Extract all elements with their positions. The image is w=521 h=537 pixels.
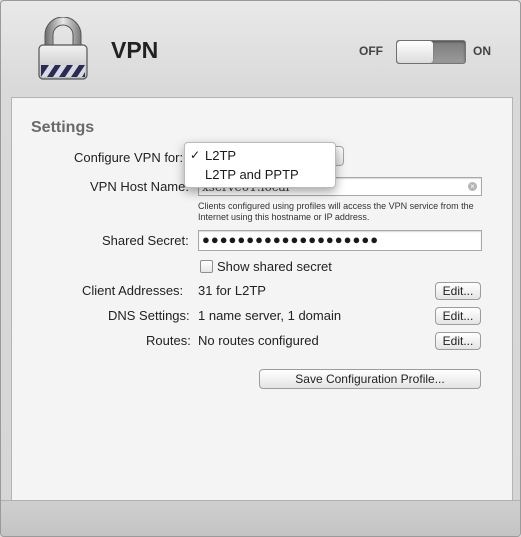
- toggle-off-label: OFF: [359, 44, 383, 58]
- menu-item-l2tp[interactable]: ✓ L2TP: [185, 146, 335, 165]
- menu-item-label: L2TP and PPTP: [205, 167, 299, 182]
- menu-item-l2tp-and-pptp[interactable]: L2TP and PPTP: [185, 165, 335, 184]
- vpn-window: VPN OFF ON Settings Configure VPN for: V…: [0, 0, 521, 537]
- checkmark-icon: ✓: [190, 148, 201, 162]
- shared-secret-field[interactable]: ●●●●●●●●●●●●●●●●●●●●: [198, 230, 482, 251]
- header: VPN OFF ON: [1, 1, 520, 96]
- footer-bar: [1, 500, 520, 536]
- toggle-on-label: ON: [473, 44, 491, 58]
- routes-value: No routes configured: [198, 333, 319, 348]
- vpn-toggle-switch[interactable]: [396, 40, 466, 64]
- host-name-hint: Clients configured using profiles will a…: [198, 201, 474, 222]
- edit-client-addresses-button[interactable]: Edit...: [435, 282, 481, 300]
- client-addresses-value: 31 for L2TP: [198, 283, 266, 298]
- page-title: VPN: [111, 37, 159, 63]
- show-secret-checkbox[interactable]: [200, 260, 213, 273]
- show-secret-label: Show shared secret: [217, 259, 332, 274]
- settings-title: Settings: [31, 119, 95, 136]
- lock-icon: [38, 17, 88, 80]
- toggle-knob[interactable]: [397, 41, 433, 63]
- edit-routes-button[interactable]: Edit...: [435, 332, 481, 350]
- clear-icon[interactable]: ×: [468, 182, 477, 191]
- dns-settings-value: 1 name server, 1 domain: [198, 308, 342, 323]
- edit-dns-button[interactable]: Edit...: [435, 307, 481, 325]
- dns-settings-label: DNS Settings:: [108, 308, 190, 323]
- client-addresses-label: Client Addresses:: [82, 283, 184, 298]
- routes-label: Routes:: [146, 333, 191, 348]
- host-name-label: VPN Host Name:: [90, 179, 189, 194]
- configure-vpn-label: Configure VPN for:: [74, 150, 184, 165]
- configure-vpn-menu: ✓ L2TP L2TP and PPTP: [184, 142, 336, 188]
- shared-secret-label: Shared Secret:: [102, 233, 189, 248]
- menu-item-label: L2TP: [205, 148, 237, 163]
- save-configuration-profile-button[interactable]: Save Configuration Profile...: [259, 369, 481, 389]
